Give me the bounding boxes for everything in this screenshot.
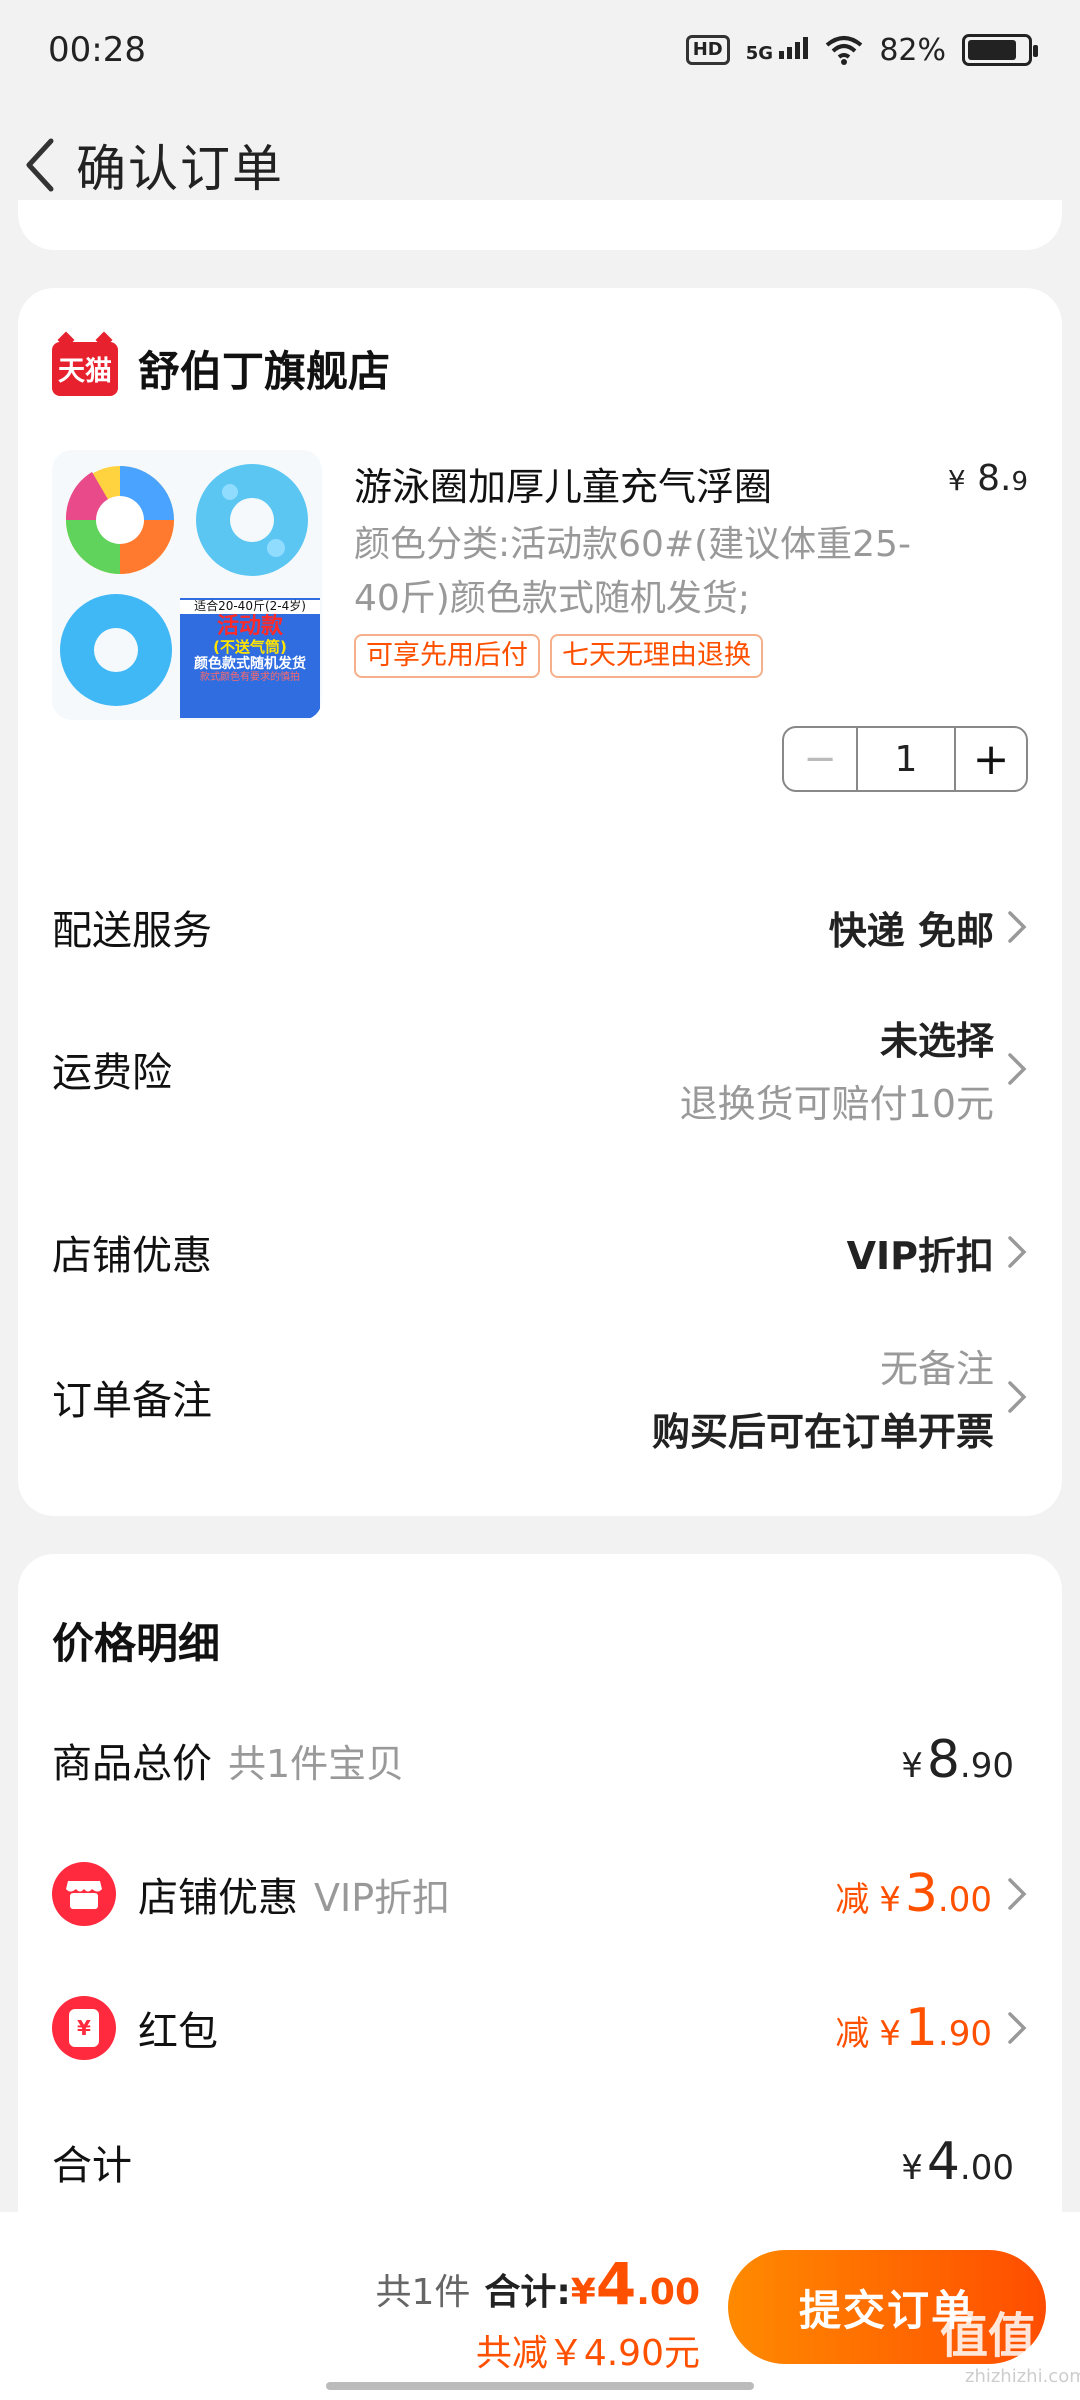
store-discount-label: 店铺优惠 — [52, 1233, 212, 1279]
goods-total-amount: ¥8.90 — [901, 1730, 1014, 1790]
row-shipping-insurance[interactable]: 运费险 未选择 退换货可赔付10元 — [52, 1010, 1028, 1128]
quantity-stepper: − 1 + — [782, 726, 1028, 792]
image-caption-1: 适合20-40斤(2-4岁) — [180, 599, 320, 614]
checkout-bar: 共1件 合计: ¥4.00 共减￥4.90元 提交订单 — [0, 2212, 1080, 2400]
store-discount-value: VIP折扣 — [846, 1233, 994, 1278]
rainbow-ring-icon — [65, 466, 174, 574]
status-bar: 00:28 HD 5G 82% — [0, 0, 1080, 100]
signal-5g-icon: 5G — [746, 37, 810, 63]
checkout-summary: 共1件 合计: ¥4.00 共减￥4.90元 — [375, 2250, 700, 2376]
chevron-right-icon — [1008, 1053, 1027, 1085]
row-goods-total: 商品总价 共1件宝贝 ¥8.90 — [52, 1730, 1028, 1790]
goods-count: 共1件宝贝 — [228, 1741, 405, 1786]
tag-seven-day-return: 七天无理由退换 — [550, 634, 763, 678]
tmall-logo: 天猫 — [52, 341, 118, 396]
row-order-note[interactable]: 订单备注 无备注 购买后可在订单开票 — [52, 1338, 1028, 1456]
store-discount-amount: 减 ¥3.00 — [835, 1864, 992, 1924]
row-subtotal: 合计 ¥4.00 — [52, 2132, 1028, 2192]
image-caption-4: 颜色款式随机发货 — [194, 656, 306, 673]
chevron-right-icon — [1008, 911, 1027, 943]
total-saved: 共减￥4.90元 — [475, 2333, 700, 2374]
red-packet-label: 红包 — [138, 2009, 218, 2055]
blue-ring-icon — [196, 464, 308, 576]
item-count: 共1件 — [375, 2272, 471, 2313]
status-time: 00:28 — [48, 30, 146, 70]
goods-total-label: 商品总价 — [52, 1741, 212, 1787]
tag-pay-later: 可享先用后付 — [354, 634, 540, 678]
product-price: ¥ 8.9 — [947, 458, 1028, 499]
order-note-sub: 购买后可在订单开票 — [651, 1410, 994, 1454]
subtotal-label: 合计 — [52, 2143, 132, 2189]
red-packet-amount: 减 ¥1.90 — [835, 1998, 992, 2058]
product-tags: 可享先用后付 七天无理由退换 — [354, 634, 763, 678]
chevron-right-icon — [1008, 1878, 1027, 1910]
store-discount-price-hint: VIP折扣 — [314, 1875, 451, 1920]
status-icons: HD 5G 82% — [685, 32, 1038, 68]
decrease-button[interactable]: − — [784, 728, 858, 790]
watermark-url: zhizhizhi.com — [965, 2366, 1080, 2387]
light-blue-ring-icon — [60, 594, 172, 706]
delivery-value: 快递 免邮 — [828, 908, 994, 953]
product-image[interactable]: 适合20-40斤(2-4岁) 活动款 (不送气筒) 颜色款式随机发货 款式颜色有… — [52, 450, 322, 720]
quantity-value[interactable]: 1 — [858, 728, 954, 790]
subtotal-amount: ¥4.00 — [901, 2132, 1014, 2192]
chevron-right-icon — [1008, 1236, 1027, 1268]
order-note-label: 订单备注 — [52, 1378, 212, 1424]
page-title: 确认订单 — [76, 140, 284, 198]
store-name: 舒伯丁旗舰店 — [138, 347, 391, 396]
home-indicator[interactable] — [326, 2382, 754, 2390]
insurance-sub: 退换货可赔付10元 — [679, 1082, 994, 1126]
store-icon — [52, 1862, 116, 1926]
total-amount: ¥4.00 — [570, 2250, 700, 2318]
row-delivery[interactable]: 配送服务 快递 免邮 — [52, 898, 1028, 956]
delivery-label: 配送服务 — [52, 908, 212, 954]
image-caption-2: 活动款 — [216, 613, 283, 639]
row-red-packet[interactable]: ¥ 红包 减 ¥1.90 — [52, 1996, 1028, 2060]
row-store-discount-price[interactable]: 店铺优惠 VIP折扣 减 ¥3.00 — [52, 1862, 1028, 1926]
product-sku[interactable]: 颜色分类:活动款60#(建议体重25-40斤)颜色款式随机发货; — [354, 518, 914, 626]
insurance-value: 未选择 — [879, 1019, 994, 1063]
total-label: 合计: — [484, 2272, 571, 2313]
insurance-label: 运费险 — [52, 1050, 172, 1096]
chevron-right-icon — [1008, 1381, 1027, 1413]
store-header[interactable]: 天猫 舒伯丁旗舰店 — [52, 338, 390, 399]
back-icon[interactable] — [10, 125, 70, 205]
battery-icon — [962, 34, 1038, 66]
store-discount-price-label: 店铺优惠 — [138, 1875, 298, 1921]
order-card: 天猫 舒伯丁旗舰店 适合20-40斤(2-4岁) 活动款 (不送气筒) 颜色款式… — [18, 288, 1062, 1516]
row-store-discount[interactable]: 店铺优惠 VIP折扣 — [52, 1223, 1028, 1281]
image-caption-5: 款式颜色有要求的慎拍 — [200, 672, 300, 684]
chevron-right-icon — [1008, 2012, 1027, 2044]
image-caption-3: (不送气筒) — [213, 638, 287, 657]
order-note-value: 无备注 — [879, 1347, 994, 1391]
increase-button[interactable]: + — [954, 728, 1026, 790]
hd-icon: HD — [685, 35, 730, 65]
previous-card-edge — [18, 200, 1062, 250]
wifi-icon — [826, 36, 863, 65]
red-packet-icon: ¥ — [52, 1996, 116, 2060]
product-title[interactable]: 游泳圈加厚儿童充气浮圈 — [354, 456, 772, 511]
battery-percent: 82% — [879, 32, 946, 68]
price-detail-title: 价格明细 — [52, 1619, 221, 1668]
